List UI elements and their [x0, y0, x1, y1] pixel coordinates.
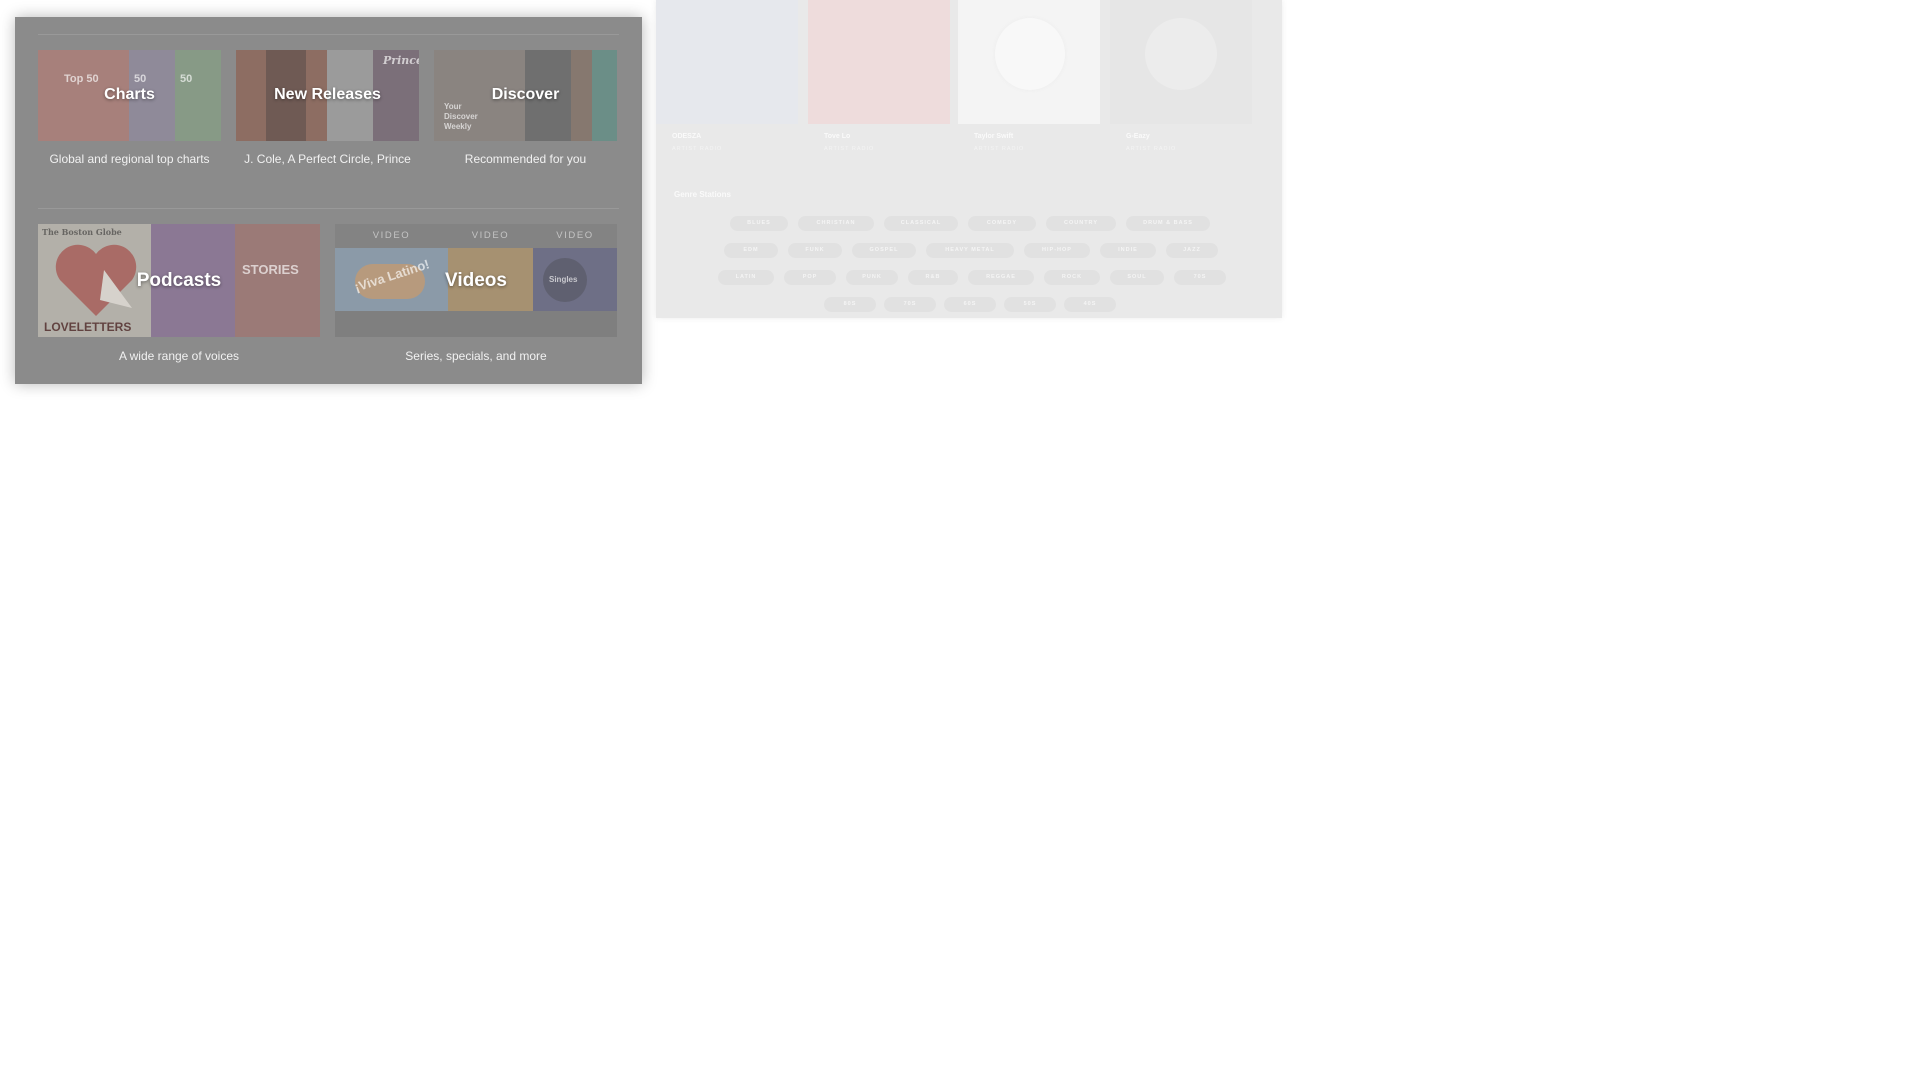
genre-pill[interactable]: 70S — [884, 297, 936, 312]
artist-radio-label: ARTIST RADIO — [974, 146, 1025, 152]
artist-image — [656, 0, 798, 124]
charts-title[interactable]: Charts — [38, 86, 221, 104]
genre-stations-heading: Genre Stations — [674, 190, 731, 199]
discover-art-weekly: Your Discover Weekly — [444, 102, 478, 131]
genre-pill[interactable]: DRUM & BASS — [1126, 216, 1210, 231]
genre-pill[interactable]: ROCK — [1044, 270, 1100, 285]
artist-name[interactable]: Tove Lo — [824, 133, 850, 140]
genre-pill[interactable]: COMEDY — [968, 216, 1036, 231]
artist-image — [808, 0, 950, 124]
artist-card[interactable]: Tove Lo ARTIST RADIO — [808, 0, 950, 152]
genre-pill[interactable]: CLASSICAL — [884, 216, 958, 231]
new-releases-title[interactable]: New Releases — [236, 86, 419, 104]
genre-pill[interactable]: PUNK — [846, 270, 898, 285]
genre-pill[interactable]: 70S — [1174, 270, 1226, 285]
browse-panel: Top 50 50 50 Charts Global and regional … — [15, 17, 642, 384]
video-badge: VIDEO — [335, 224, 448, 248]
new-releases-tile[interactable]: Prince New Releases J. Cole, A Perfect C… — [236, 50, 419, 190]
discover-tile[interactable]: Your Discover Weekly Discover Recommende… — [434, 50, 617, 190]
charts-art-50-a: 50 — [134, 73, 147, 85]
new-releases-subtitle: J. Cole, A Perfect Circle, Prince — [244, 152, 411, 166]
middle-divider — [38, 208, 619, 209]
genre-pill[interactable]: 40S — [1064, 297, 1116, 312]
genre-pill[interactable]: 80S — [824, 297, 876, 312]
artist-name[interactable]: G-Eazy — [1126, 133, 1150, 140]
videos-tile[interactable]: VIDEO VIDEO VIDEO ¡Viva Latino! Singles … — [335, 224, 617, 369]
new-releases-art-prince: Prince — [383, 54, 419, 67]
charts-art-50-b: 50 — [180, 73, 193, 85]
artist-name[interactable]: ODESZA — [672, 133, 701, 140]
artist-card[interactable]: G-Eazy ARTIST RADIO — [1110, 0, 1252, 152]
artist-image — [958, 0, 1100, 124]
genre-pill[interactable]: INDIE — [1100, 243, 1156, 258]
genre-pill[interactable]: HIP-HOP — [1024, 243, 1090, 258]
podcasts-subtitle: A wide range of voices — [118, 349, 240, 363]
genre-pill[interactable]: 60S — [944, 297, 996, 312]
podcasts-title[interactable]: Podcasts — [38, 270, 320, 292]
radio-panel: ODESZA ARTIST RADIO Tove Lo ARTIST RADIO… — [656, 0, 1282, 318]
charts-art-top50: Top 50 — [64, 73, 99, 85]
genre-pill[interactable]: FUNK — [788, 243, 842, 258]
artist-name[interactable]: Taylor Swift — [974, 133, 1013, 140]
discover-title[interactable]: Discover — [434, 86, 617, 104]
genre-pill[interactable]: LATIN — [718, 270, 774, 285]
artist-card[interactable]: Taylor Swift ARTIST RADIO — [958, 0, 1100, 152]
top-divider — [38, 34, 619, 35]
genre-pill[interactable]: REGGAE — [968, 270, 1034, 285]
genre-pill[interactable]: COUNTRY — [1046, 216, 1116, 231]
video-badge: VIDEO — [448, 224, 533, 248]
artist-radio-label: ARTIST RADIO — [824, 146, 875, 152]
genre-pill[interactable]: R&B — [908, 270, 958, 285]
genre-pill[interactable]: POP — [784, 270, 836, 285]
artist-card[interactable]: ODESZA ARTIST RADIO — [656, 0, 798, 152]
videos-subtitle: Series, specials, and more — [405, 349, 547, 363]
genre-pill[interactable]: BLUES — [730, 216, 788, 231]
genre-pill[interactable]: EDM — [724, 243, 778, 258]
artist-image — [1110, 0, 1252, 124]
genre-pill[interactable]: GOSPEL — [852, 243, 916, 258]
podcasts-art-globe: The Boston Globe — [42, 227, 122, 237]
podcasts-tile[interactable]: The Boston Globe LOVELETTERS STORIES Pod… — [38, 224, 320, 369]
genre-pill[interactable]: CHRISTIAN — [798, 216, 874, 231]
genre-pill[interactable]: JAZZ — [1166, 243, 1218, 258]
genre-pill[interactable]: HEAVY METAL — [926, 243, 1014, 258]
podcasts-art-loveletters: LOVELETTERS — [44, 320, 132, 334]
discover-subtitle: Recommended for you — [464, 152, 587, 166]
charts-tile[interactable]: Top 50 50 50 Charts Global and regional … — [38, 50, 221, 190]
videos-title[interactable]: Videos — [335, 270, 617, 292]
genre-pill[interactable]: SOUL — [1110, 270, 1164, 285]
genre-pill[interactable]: 50S — [1004, 297, 1056, 312]
artist-radio-label: ARTIST RADIO — [672, 146, 723, 152]
video-badge: VIDEO — [533, 224, 617, 248]
artist-radio-label: ARTIST RADIO — [1126, 146, 1177, 152]
charts-subtitle: Global and regional top charts — [49, 152, 210, 166]
